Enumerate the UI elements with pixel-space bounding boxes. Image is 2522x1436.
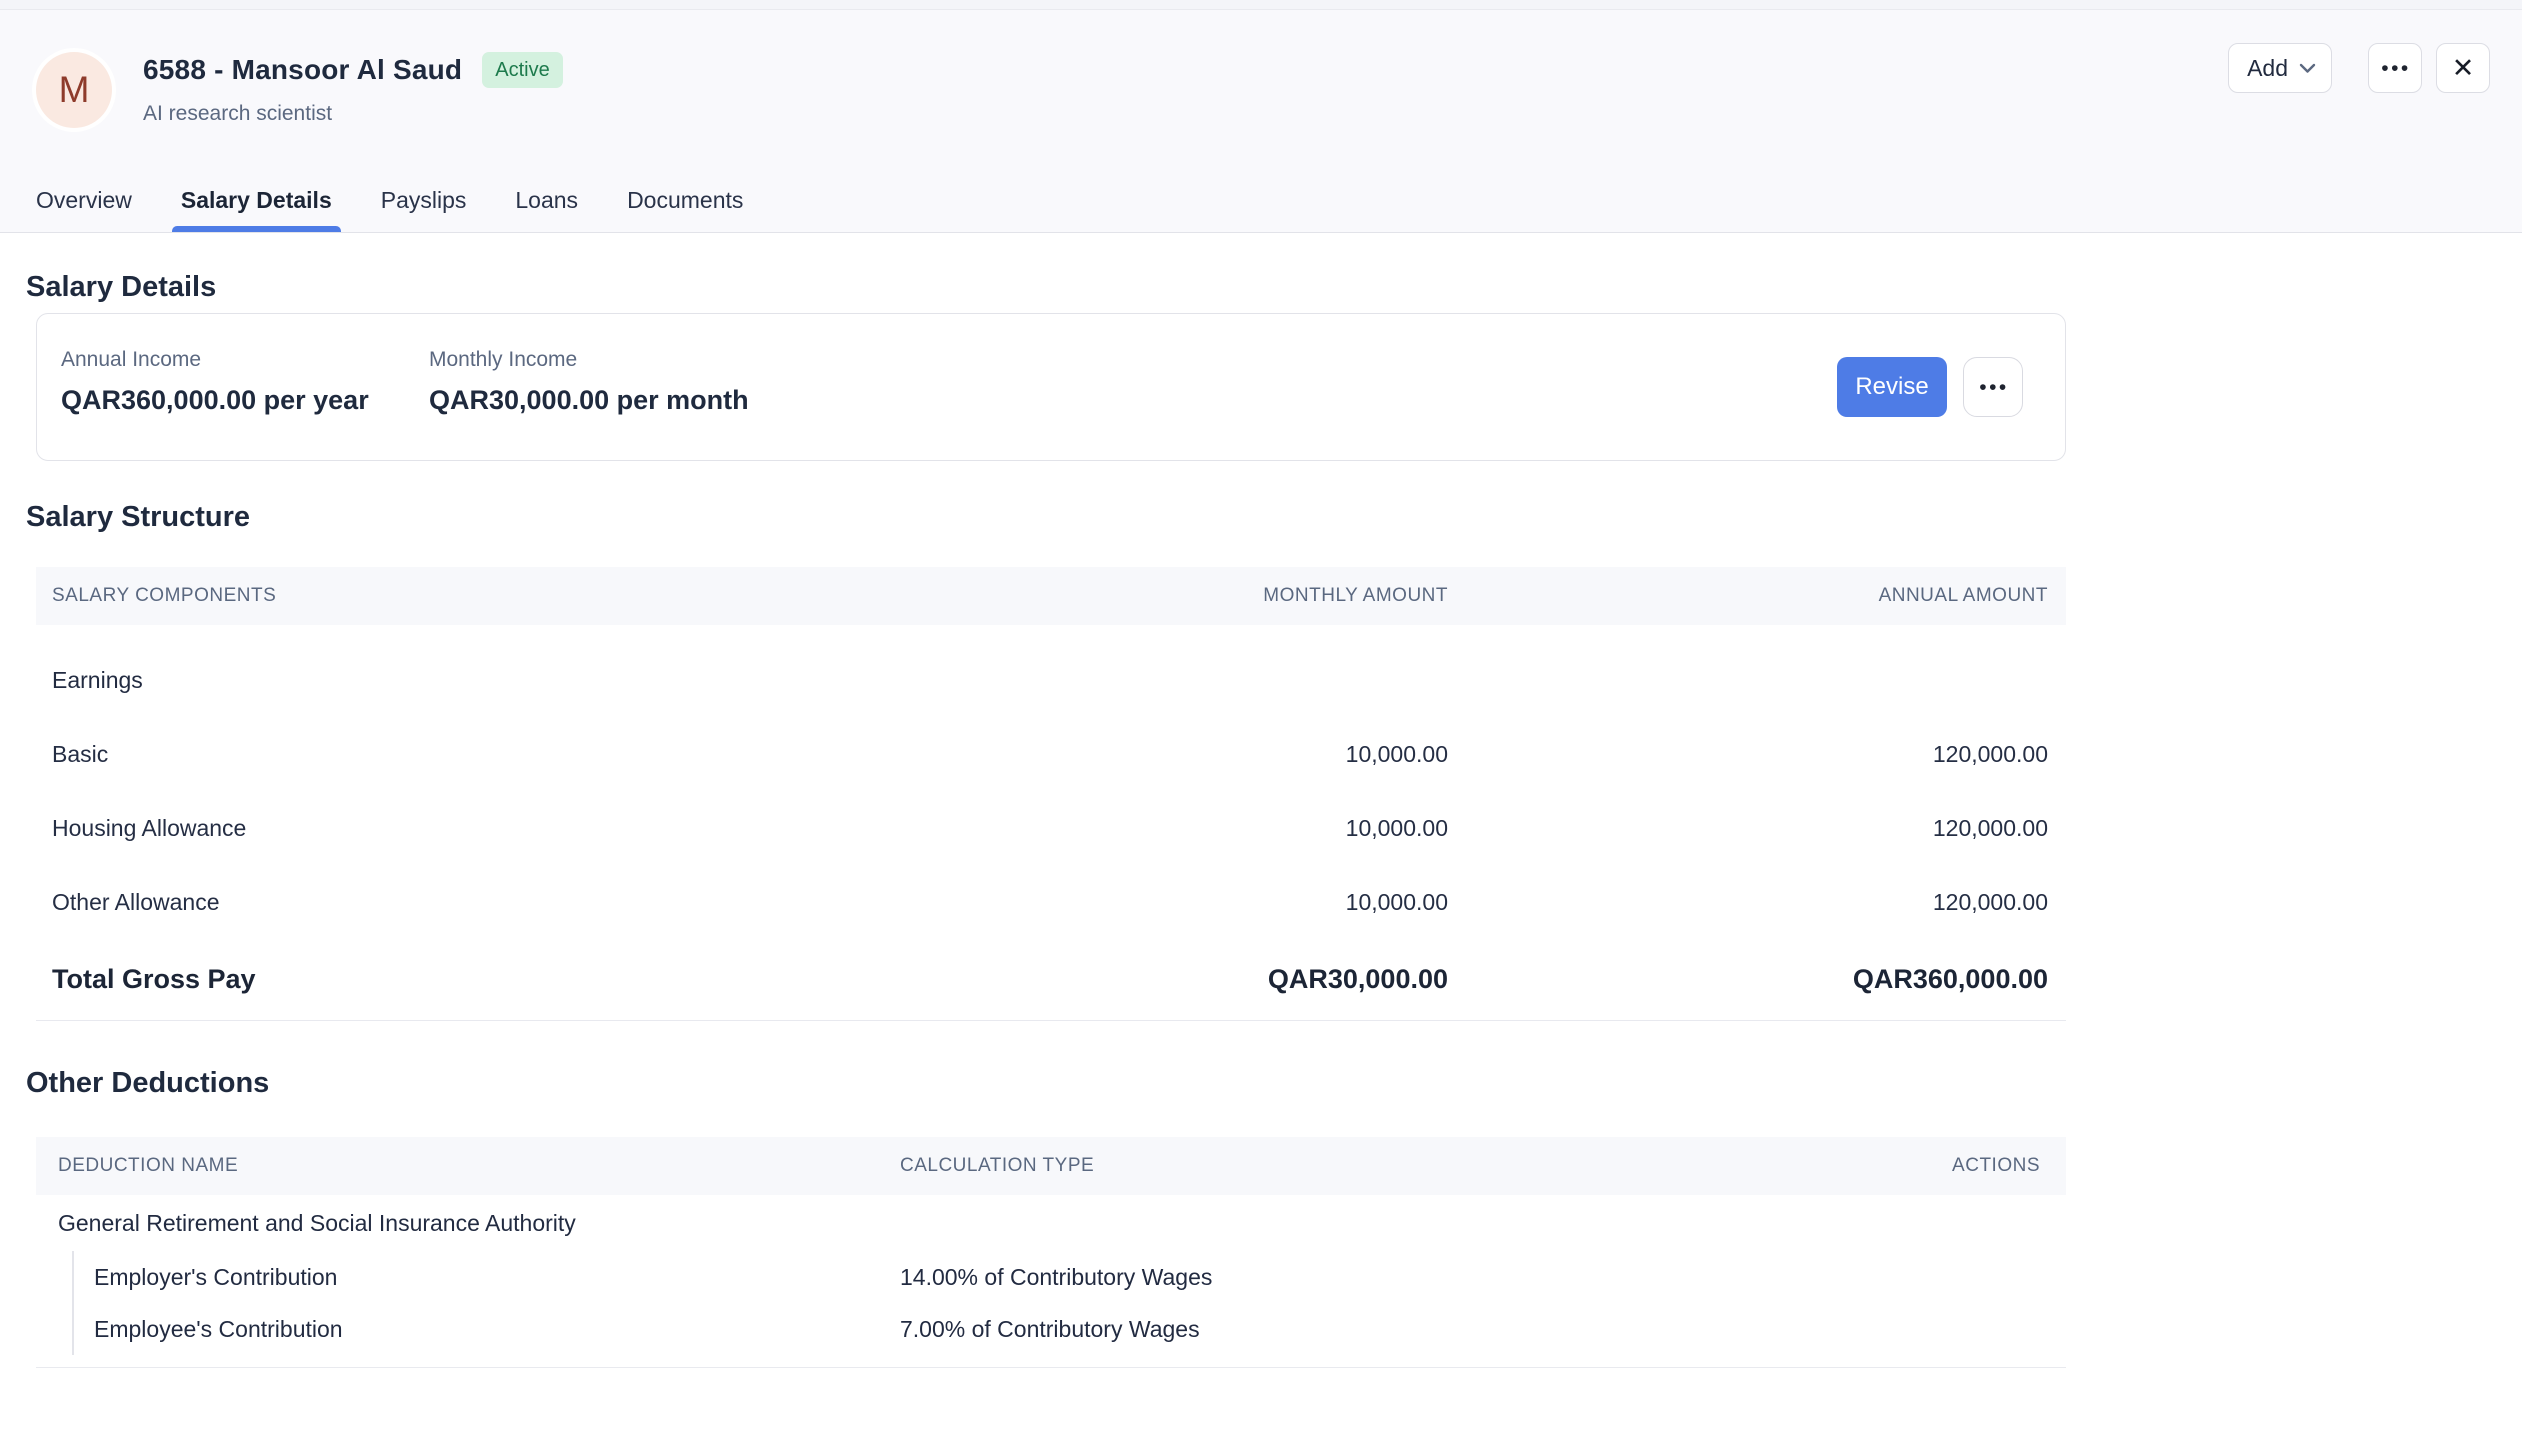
calculation-type: 14.00% of Contributory Wages xyxy=(900,1264,2066,1291)
table-row-employee-contribution: Employee's Contribution 7.00% of Contrib… xyxy=(74,1303,2066,1355)
annual-income-value: QAR360,000.00 per year xyxy=(61,385,369,416)
employee-name: 6588 - Mansoor Al Saud xyxy=(143,54,462,86)
col-salary-components: SALARY COMPONENTS xyxy=(52,585,948,607)
modal-top-edge xyxy=(0,0,2522,10)
deduction-name: Employee's Contribution xyxy=(94,1316,900,1343)
component-name: Other Allowance xyxy=(52,889,948,916)
job-title: AI research scientist xyxy=(143,102,563,126)
ellipsis-icon: ••• xyxy=(2379,58,2411,79)
col-deduction-name: DEDUCTION NAME xyxy=(58,1155,900,1177)
deduction-sub-rows: Employer's Contribution 14.00% of Contri… xyxy=(72,1251,2066,1355)
add-button[interactable]: Add xyxy=(2228,43,2332,93)
total-annual-amount: QAR360,000.00 xyxy=(1448,964,2048,995)
status-badge: Active xyxy=(482,52,562,88)
income-more-options-button[interactable]: ••• xyxy=(1963,357,2023,417)
deduction-name: Employer's Contribution xyxy=(94,1264,900,1291)
component-name: Basic xyxy=(52,741,948,768)
avatar: M xyxy=(36,52,112,128)
deductions-header-row: DEDUCTION NAME CALCULATION TYPE ACTIONS xyxy=(36,1137,2066,1195)
col-annual-amount: ANNUAL AMOUNT xyxy=(1448,585,2048,607)
annual-income-label: Annual Income xyxy=(61,348,369,372)
annual-amount: 120,000.00 xyxy=(1448,741,2048,768)
col-monthly-amount: MONTHLY AMOUNT xyxy=(948,585,1448,607)
deduction-group-name: General Retirement and Social Insurance … xyxy=(36,1195,2066,1251)
earnings-group-label: Earnings xyxy=(36,643,2066,717)
salary-structure-table: SALARY COMPONENTS MONTHLY AMOUNT ANNUAL … xyxy=(36,567,2066,1021)
total-gross-pay-row: Total Gross Pay QAR30,000.00 QAR360,000.… xyxy=(36,939,2066,1021)
monthly-income-label: Monthly Income xyxy=(429,348,749,372)
chevron-down-icon xyxy=(2299,63,2316,74)
income-card-actions: Revise ••• xyxy=(1837,357,2023,417)
salary-structure-header-row: SALARY COMPONENTS MONTHLY AMOUNT ANNUAL … xyxy=(36,567,2066,625)
close-icon: ✕ xyxy=(2452,55,2475,82)
annual-amount: 120,000.00 xyxy=(1448,889,2048,916)
tab-documents[interactable]: Documents xyxy=(625,187,745,232)
employee-identity: 6588 - Mansoor Al Saud Active AI researc… xyxy=(143,52,563,126)
table-row-other-allowance: Other Allowance 10,000.00 120,000.00 xyxy=(36,865,2066,939)
tab-bar: Overview Salary Details Payslips Loans D… xyxy=(34,187,745,232)
header-actions: Add ••• ✕ xyxy=(2228,43,2490,93)
close-button[interactable]: ✕ xyxy=(2436,43,2490,93)
total-label: Total Gross Pay xyxy=(52,964,948,995)
other-deductions-table: DEDUCTION NAME CALCULATION TYPE ACTIONS … xyxy=(36,1137,2066,1368)
tab-payslips[interactable]: Payslips xyxy=(379,187,469,232)
add-button-label: Add xyxy=(2247,55,2288,82)
salary-details-page: Salary Details Annual Income QAR360,000.… xyxy=(0,233,2522,1368)
tab-salary-details[interactable]: Salary Details xyxy=(179,187,334,232)
revise-button[interactable]: Revise xyxy=(1837,357,1947,417)
tab-loans[interactable]: Loans xyxy=(513,187,580,232)
table-row-housing-allowance: Housing Allowance 10,000.00 120,000.00 xyxy=(36,791,2066,865)
calculation-type: 7.00% of Contributory Wages xyxy=(900,1316,2066,1343)
monthly-income-block: Monthly Income QAR30,000.00 per month xyxy=(429,348,749,416)
monthly-amount: 10,000.00 xyxy=(948,741,1448,768)
income-summary-card: Annual Income QAR360,000.00 per year Mon… xyxy=(36,313,2066,461)
salary-structure-heading: Salary Structure xyxy=(26,501,2522,533)
tab-overview[interactable]: Overview xyxy=(34,187,134,232)
more-options-button[interactable]: ••• xyxy=(2368,43,2422,93)
component-name: Housing Allowance xyxy=(52,815,948,842)
salary-details-heading: Salary Details xyxy=(26,233,2522,303)
col-actions: ACTIONS xyxy=(1840,1155,2040,1177)
other-deductions-heading: Other Deductions xyxy=(26,1067,2522,1099)
col-calculation-type: CALCULATION TYPE xyxy=(900,1155,1840,1177)
table-row-employer-contribution: Employer's Contribution 14.00% of Contri… xyxy=(74,1251,2066,1303)
monthly-income-value: QAR30,000.00 per month xyxy=(429,385,749,416)
annual-amount: 120,000.00 xyxy=(1448,815,2048,842)
table-row-basic: Basic 10,000.00 120,000.00 xyxy=(36,717,2066,791)
annual-income-block: Annual Income QAR360,000.00 per year xyxy=(61,348,369,416)
monthly-amount: 10,000.00 xyxy=(948,889,1448,916)
ellipsis-icon: ••• xyxy=(1977,377,2009,398)
monthly-amount: 10,000.00 xyxy=(948,815,1448,842)
employee-header: M 6588 - Mansoor Al Saud Active AI resea… xyxy=(0,10,2522,233)
total-monthly-amount: QAR30,000.00 xyxy=(948,964,1448,995)
